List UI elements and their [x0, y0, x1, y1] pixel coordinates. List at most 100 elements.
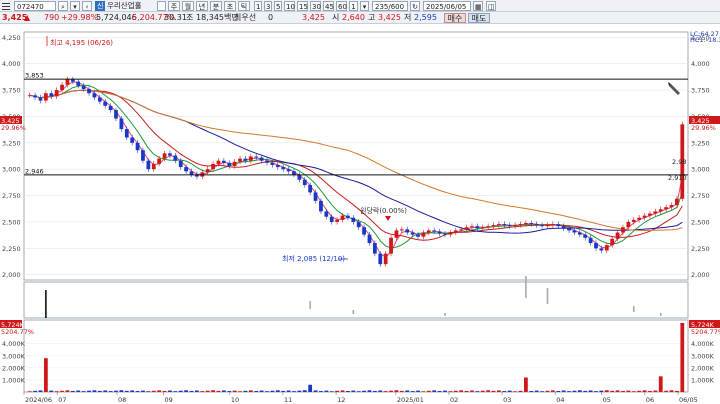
volume-bar [248, 390, 253, 392]
volume-tick-left: 2,000K [2, 364, 26, 372]
volume-bar [157, 390, 162, 392]
x-tick-label: 2024/06 [25, 396, 52, 404]
stock-code-input[interactable]: 072470 [14, 1, 56, 11]
candle-body [502, 224, 507, 226]
volume-bar [270, 390, 275, 392]
refresh-icon[interactable]: ↻ [410, 1, 420, 11]
period-minute-button[interactable]: 분 [210, 1, 222, 11]
candle-body [168, 153, 172, 156]
volume-bar [610, 390, 615, 392]
candle-body [351, 217, 356, 222]
period-month-button[interactable]: 월 [182, 1, 194, 11]
period-tick-button[interactable]: 틱 [238, 1, 250, 11]
count-input[interactable]: 235/600 [372, 1, 408, 11]
indicator-bar [309, 301, 311, 309]
candle-body [340, 215, 345, 220]
volume-bar [54, 391, 59, 392]
candle-body [319, 200, 323, 212]
volume-tick-right: 3,000K [691, 352, 715, 360]
volume-bar [507, 390, 512, 392]
volume-tick-left: 3,000K [2, 352, 26, 360]
candle-body [141, 150, 145, 161]
dropdown-icon-2[interactable]: ▾ [360, 1, 369, 11]
candle-body [356, 221, 361, 228]
volume-bar [340, 390, 345, 392]
interval-custom-button[interactable]: 1 [349, 1, 358, 11]
right-pct: 29.96% [691, 124, 716, 132]
volume-bar [394, 390, 399, 392]
interval-3-button[interactable]: 3 [264, 1, 272, 11]
volume-bar [486, 390, 491, 392]
date-input[interactable]: 2025/06/05 [423, 1, 471, 11]
candle-body [308, 185, 313, 193]
interval-30-button[interactable]: 30 [310, 1, 321, 11]
low-annotation: 최저 2,085 (12/10) [282, 254, 345, 263]
candle-body [189, 171, 194, 175]
search-icon[interactable]: ⌕ [58, 1, 68, 11]
lock-icon[interactable]: ◫ [486, 1, 496, 11]
volume-tick-left: 1,000K [2, 376, 26, 384]
y-tick-left: 3,250 [2, 139, 21, 147]
candle-body [443, 233, 447, 235]
open-price: 2,640 [342, 13, 365, 22]
x-tick-label: 07 [58, 396, 66, 404]
volume-bar [81, 391, 86, 392]
trade-value: 30.31 [164, 13, 187, 22]
y-tick-right: 2,000 [691, 271, 710, 279]
sell-button[interactable]: 매도 [468, 13, 490, 23]
ma-label-1: 2,98 [672, 158, 686, 166]
volume-bar [448, 391, 453, 392]
toolbar-top: 072470 ⌕ ▾ ‹ 신 우리산업홀 주 월 년 분 초 틱 1 3 5 1… [0, 0, 720, 12]
candle-body [518, 224, 523, 226]
interval-60-button[interactable]: 60 [336, 1, 347, 11]
period-second-button[interactable]: 초 [224, 1, 236, 11]
volume-bar [76, 390, 81, 392]
volume-bar [227, 391, 232, 392]
candle-body [421, 232, 426, 237]
menu-icon[interactable] [1, 1, 11, 11]
volume-bar [33, 390, 37, 392]
candle-body [572, 230, 577, 233]
day-period-button[interactable] [157, 1, 166, 11]
dropdown-icon[interactable]: ▾ [70, 1, 80, 11]
y-tick-right: 2,750 [691, 192, 710, 200]
high-price: 3,425 [378, 13, 401, 22]
volume-bar [146, 391, 151, 392]
stock-name[interactable]: 우리산업홀 [107, 1, 155, 11]
y-tick-left: 2,000 [2, 271, 21, 279]
buy-button[interactable]: 매수 [444, 13, 466, 23]
volume-bar [416, 390, 420, 392]
candle-body [540, 225, 544, 227]
interval-45-button[interactable]: 45 [323, 1, 334, 11]
stock-chart[interactable]: 3,8532,946 4,250 4,2504,000 4,0003,750 3,75… [0, 24, 720, 404]
hc-label: HC1:-18.36 [690, 36, 720, 44]
period-year-button[interactable]: 년 [196, 1, 208, 11]
interval-15-button[interactable]: 15 [297, 1, 308, 11]
event-annotation: 원당락(0.00%) [360, 206, 407, 215]
candle-body [329, 216, 334, 222]
calendar-icon[interactable]: ▦ [473, 1, 483, 11]
volume-bar [265, 391, 269, 392]
interval-1-button[interactable]: 1 [254, 1, 262, 11]
volume-bar [491, 390, 496, 392]
interval-10-button[interactable]: 10 [284, 1, 295, 11]
candle-body [119, 118, 124, 130]
high-annotation: 최고 4,195 (06/26) [50, 38, 113, 47]
interval-5-button[interactable]: 5 [274, 1, 282, 11]
candle-body [507, 225, 512, 227]
indicator-panel [23, 281, 689, 319]
candle-body [648, 213, 652, 216]
open-label: 시 [332, 13, 340, 22]
candle-body [534, 224, 539, 226]
volume-bar [211, 390, 215, 392]
volume-bar [259, 390, 264, 392]
period-week-button[interactable]: 주 [168, 1, 180, 11]
candle-body [470, 226, 474, 228]
candle-body [637, 217, 642, 220]
volume-bar [631, 391, 636, 392]
candle-body [389, 237, 393, 254]
candle-body [205, 169, 210, 173]
horizontal-line-label: 2,946 [25, 167, 44, 175]
prev-icon[interactable]: ‹ [82, 1, 92, 11]
indicator-bar [546, 288, 549, 304]
